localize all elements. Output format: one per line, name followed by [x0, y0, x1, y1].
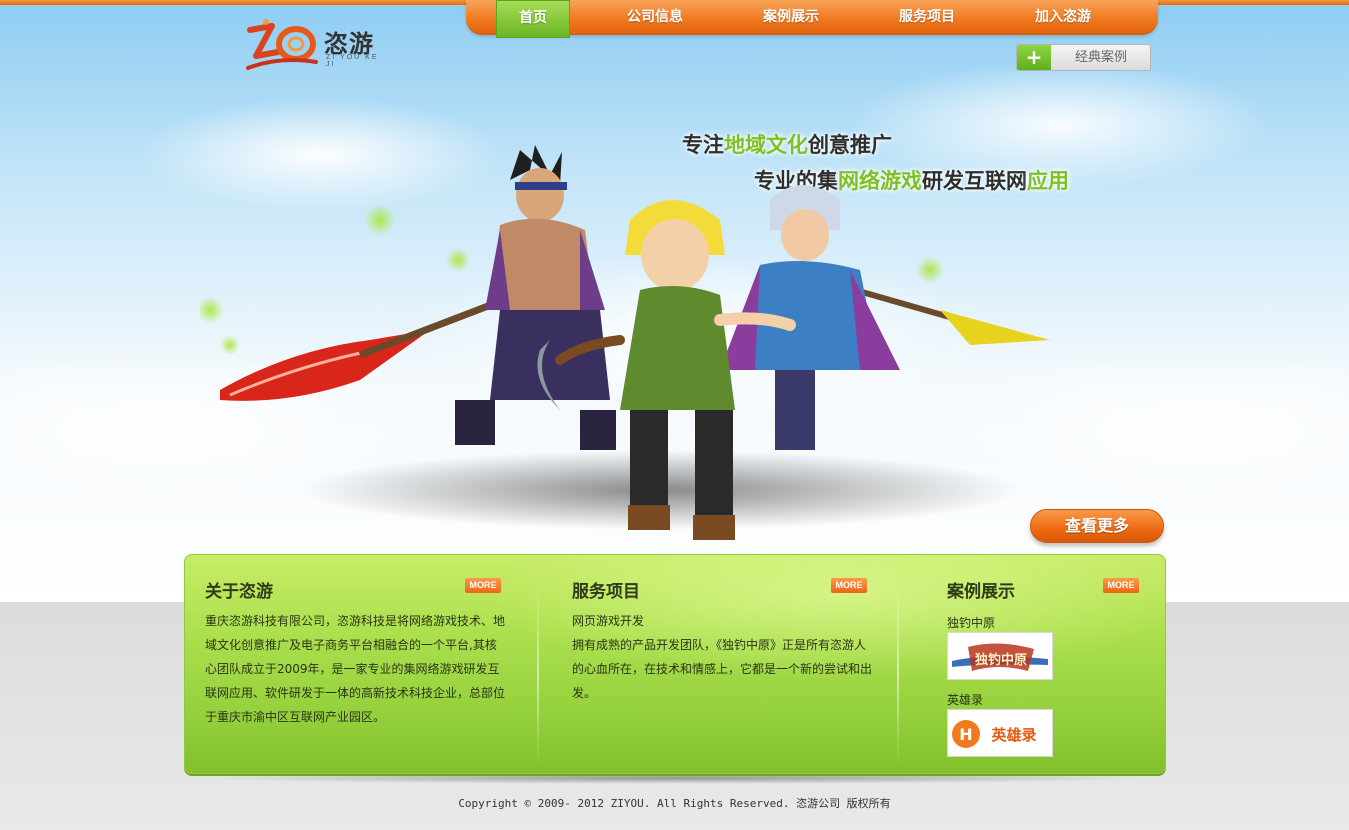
logo-subtitle: ZI YOU KE JI [326, 54, 379, 68]
classic-cases-button[interactable]: + 经典案例 [1016, 44, 1151, 71]
nav-item-home[interactable]: 首页 [496, 0, 570, 38]
case-thumb-yingxionglu[interactable]: H 英雄录 [947, 709, 1053, 757]
game-characters-illustration [200, 145, 1050, 540]
services-more-button[interactable]: MORE [831, 578, 867, 593]
duodiao-logo-text: 独钓中原 [975, 652, 1027, 668]
panel-divider [897, 585, 899, 765]
plus-icon: + [1017, 45, 1051, 70]
about-more-button[interactable]: MORE [465, 578, 501, 593]
about-title: 关于恣游 [205, 582, 273, 602]
nav-item-company-info[interactable]: 公司信息 [610, 0, 700, 35]
about-text: 重庆恣游科技有限公司，恣游科技是将网络游戏技术、地域文化创意推广及电子商务平台相… [205, 614, 506, 724]
case-name-yingxionglu[interactable]: 英雄录 [947, 691, 983, 708]
site-logo[interactable]: 恣游 ZI YOU KE JI [244, 16, 384, 74]
panel-divider [537, 585, 539, 765]
services-title: 服务项目 [572, 582, 640, 602]
nav-item-services[interactable]: 服务项目 [882, 0, 972, 35]
duodiao-logo-icon: 独钓中原 [948, 633, 1052, 679]
yingxionglu-logo-icon: H 英雄录 [948, 710, 1052, 756]
logo-mark-icon [246, 19, 318, 70]
case-name-duodiao[interactable]: 独钓中原 [947, 614, 995, 631]
info-panel: 关于恣游 MORE 重庆恣游科技有限公司，恣游科技是将网络游戏技术、地域文化创意… [184, 554, 1166, 774]
cases-title: 案例展示 [947, 582, 1015, 602]
cases-more-button[interactable]: MORE [1103, 578, 1139, 593]
nav-item-case-showcase[interactable]: 案例展示 [746, 0, 836, 35]
classic-cases-label: 经典案例 [1074, 50, 1127, 65]
footer-copyright: Copyright © 2009- 2012 ZIYOU. All Rights… [458, 797, 891, 810]
main-nav: 首页 公司信息 案例展示 服务项目 加入恣游 [466, 0, 1158, 38]
view-more-button[interactable]: 查看更多 [1030, 509, 1164, 543]
services-subtitle: 网页游戏开发 [572, 614, 645, 628]
case-thumb-duodiao[interactable]: 独钓中原 [947, 632, 1053, 680]
yingxionglu-badge: H [959, 725, 972, 744]
nav-item-join-us[interactable]: 加入恣游 [1018, 0, 1108, 35]
yingxionglu-logo-text: 英雄录 [991, 726, 1036, 744]
services-text: 拥有成熟的产品开发团队，《独钓中原》正是所有恣游人的心血所在，在技术和情感上，它… [572, 638, 873, 700]
